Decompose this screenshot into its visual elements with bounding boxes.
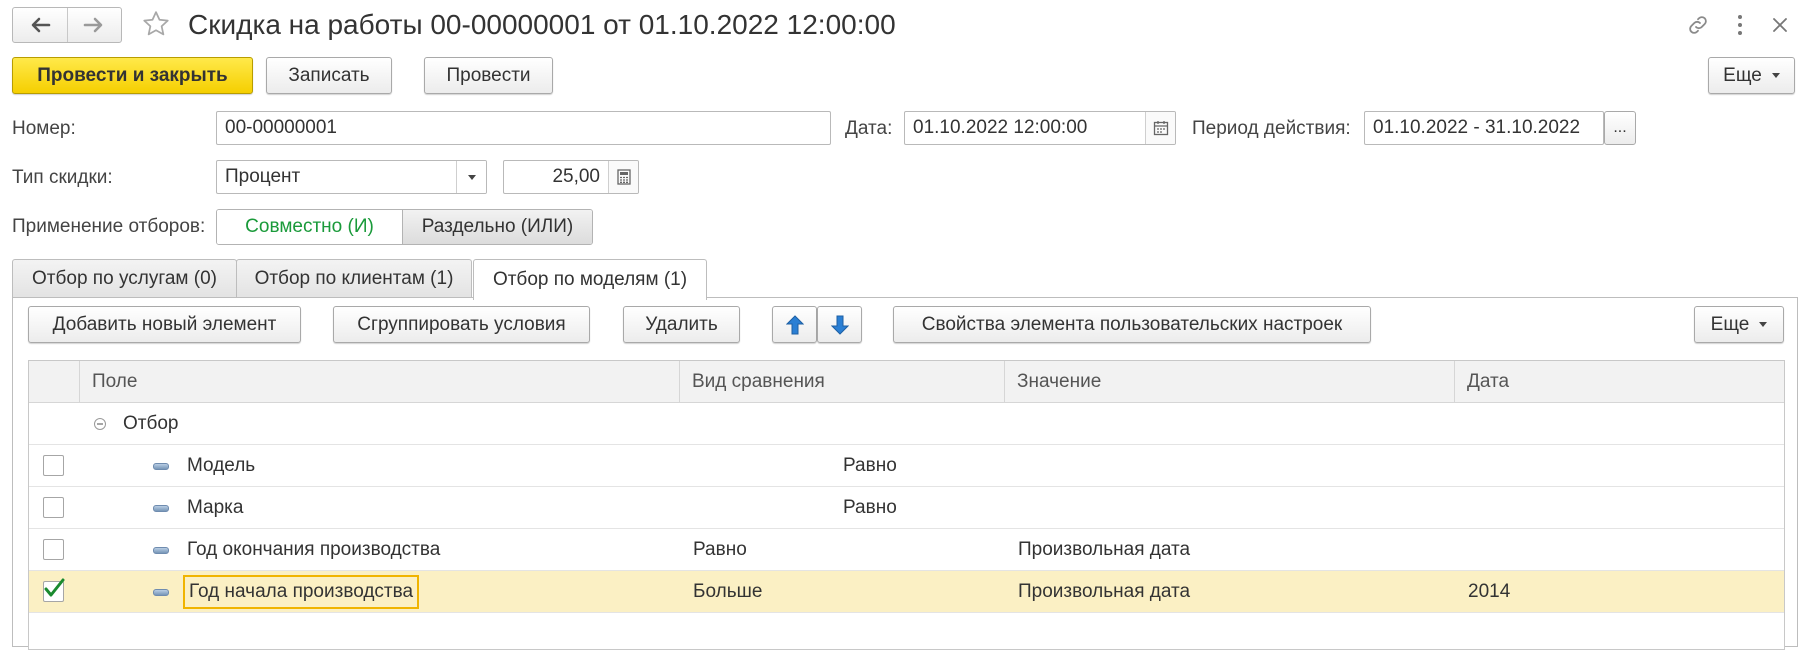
- calendar-icon[interactable]: [1145, 112, 1175, 144]
- row-value: Произвольная дата: [1018, 539, 1191, 560]
- post-button[interactable]: Провести: [424, 57, 553, 94]
- discount-type-label: Тип скидки:: [12, 167, 113, 188]
- add-element-button[interactable]: Добавить новый элемент: [28, 306, 301, 343]
- group-conditions-button[interactable]: Сгруппировать условия: [333, 306, 590, 343]
- arrow-left-icon: [31, 17, 51, 33]
- favorite-star-icon[interactable]: [138, 6, 174, 42]
- header-date[interactable]: Дата: [1454, 361, 1786, 403]
- condition-item-icon: [153, 589, 169, 596]
- table-row[interactable]: Марка Равно: [29, 487, 1784, 529]
- table-row[interactable]: Модель Равно: [29, 445, 1784, 487]
- row-comparison: Равно: [843, 497, 897, 518]
- date-value: 01.10.2022 12:00:00: [913, 117, 1088, 138]
- arrow-right-icon: [83, 17, 103, 33]
- row-comparison: Равно: [843, 455, 897, 476]
- tab-clients-filter[interactable]: Отбор по клиентам (1): [236, 259, 472, 298]
- filter-table: Поле Вид сравнения Значение Дата Отбор М…: [28, 360, 1785, 650]
- discount-amount-field[interactable]: 25,00: [503, 160, 639, 194]
- group-label: Отбор: [123, 413, 179, 434]
- row-comparison: Больше: [693, 581, 763, 602]
- filter-mode-label: Применение отборов:: [12, 216, 206, 237]
- panel-more-button[interactable]: Еще: [1694, 306, 1784, 343]
- header-field[interactable]: Поле: [79, 361, 679, 403]
- nav-buttons: [12, 7, 122, 43]
- more-button[interactable]: Еще: [1708, 57, 1795, 94]
- filter-mode-and[interactable]: Совместно (И): [217, 210, 402, 244]
- date-field[interactable]: 01.10.2022 12:00:00: [904, 111, 1176, 145]
- collapse-icon[interactable]: [93, 403, 107, 445]
- close-icon[interactable]: [1762, 8, 1798, 42]
- more-button-label: Еще: [1723, 64, 1762, 86]
- row-date: 2014: [1468, 581, 1511, 602]
- arrow-up-icon: [785, 314, 804, 334]
- header-comparison[interactable]: Вид сравнения: [679, 361, 1004, 403]
- row-checkbox[interactable]: [43, 455, 64, 476]
- filter-mode-toggle: Совместно (И) Раздельно (ИЛИ): [216, 209, 593, 245]
- period-select-button[interactable]: ...: [1604, 111, 1636, 145]
- table-header: Поле Вид сравнения Значение Дата: [29, 361, 1784, 403]
- move-down-button[interactable]: [817, 306, 862, 343]
- row-field: Год начала производства: [183, 575, 420, 609]
- table-row-selected[interactable]: Год начала производства Больше Произволь…: [29, 571, 1784, 613]
- row-value: Произвольная дата: [1018, 581, 1191, 602]
- number-label: Номер:: [12, 118, 76, 139]
- row-field: Модель: [187, 455, 256, 476]
- table-group-row[interactable]: Отбор: [29, 403, 1784, 445]
- chevron-down-icon[interactable]: [456, 161, 486, 193]
- condition-item-icon: [153, 547, 169, 554]
- row-comparison: Равно: [693, 539, 747, 560]
- element-properties-button[interactable]: Свойства элемента пользовательских настр…: [893, 306, 1371, 343]
- back-button[interactable]: [13, 8, 67, 42]
- more-vertical-icon[interactable]: [1722, 8, 1758, 42]
- post-and-close-button[interactable]: Провести и закрыть: [12, 57, 253, 94]
- period-label: Период действия:: [1192, 118, 1351, 139]
- number-field[interactable]: 00-00000001: [216, 111, 831, 145]
- discount-type-value: Процент: [225, 166, 301, 187]
- header-value[interactable]: Значение: [1004, 361, 1454, 403]
- condition-item-icon: [153, 505, 169, 512]
- chevron-down-icon: [1759, 322, 1768, 327]
- page-title: Скидка на работы 00-00000001 от 01.10.20…: [188, 9, 896, 40]
- move-up-button[interactable]: [772, 306, 817, 343]
- chevron-down-icon: [1771, 73, 1780, 78]
- row-field: Год окончания производства: [187, 539, 441, 560]
- calculator-icon[interactable]: [608, 161, 638, 193]
- row-checkbox[interactable]: [43, 497, 64, 518]
- table-row[interactable]: Год окончания производства Равно Произво…: [29, 529, 1784, 571]
- tab-services-filter[interactable]: Отбор по услугам (0): [12, 259, 237, 298]
- save-button[interactable]: Записать: [266, 57, 392, 94]
- row-field-focused[interactable]: Год начала производства: [183, 571, 420, 613]
- condition-item-icon: [153, 463, 169, 470]
- period-field[interactable]: 01.10.2022 - 31.10.2022: [1364, 111, 1604, 145]
- header-check-column: [29, 361, 79, 403]
- tab-models-filter[interactable]: Отбор по моделям (1): [473, 259, 707, 300]
- panel-more-button-label: Еще: [1710, 313, 1750, 335]
- date-label: Дата:: [845, 118, 893, 139]
- period-value: 01.10.2022 - 31.10.2022: [1373, 117, 1581, 138]
- row-checkbox[interactable]: [43, 539, 64, 560]
- row-field: Марка: [187, 497, 244, 518]
- discount-amount-value: 25,00: [552, 166, 600, 187]
- link-icon[interactable]: [1680, 8, 1716, 42]
- forward-button[interactable]: [66, 8, 122, 42]
- filter-mode-or[interactable]: Раздельно (ИЛИ): [402, 210, 592, 244]
- arrow-down-icon: [830, 315, 849, 335]
- discount-type-select[interactable]: Процент: [216, 160, 487, 194]
- row-checkbox-checked[interactable]: [43, 578, 65, 602]
- delete-button[interactable]: Удалить: [623, 306, 740, 343]
- checkmark-icon: [44, 578, 65, 597]
